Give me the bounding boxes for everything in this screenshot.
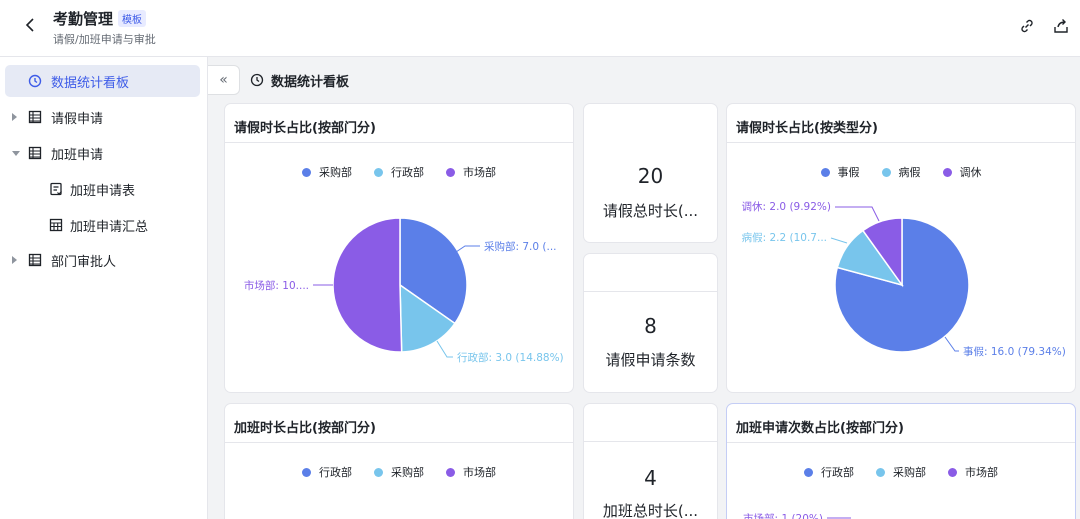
clock-icon xyxy=(27,73,43,89)
stat-card-leave-total[interactable]: 20 请假总时长(... xyxy=(583,103,718,243)
back-arrow-icon[interactable] xyxy=(20,15,40,35)
chart-card-overtime-count[interactable]: 加班申请次数占比(按部门分) 行政部 采购部 市场部 市场部: 1 (20%) xyxy=(726,403,1076,519)
divider xyxy=(584,291,717,292)
sidebar-item-label: 请假申请 xyxy=(51,111,104,127)
slice-label: 病假: 2.2 (10.7... xyxy=(742,231,827,244)
page-title: 数据统计看板 xyxy=(271,75,350,90)
pie-slice[interactable] xyxy=(332,217,403,353)
sidebar-item-label: 加班申请汇总 xyxy=(70,219,149,235)
app-subtitle: 请假/加班申请与审批 xyxy=(53,33,156,46)
legend-item[interactable]: 采购部 xyxy=(374,464,424,480)
table-icon xyxy=(27,109,43,125)
stat-card-overtime-total[interactable]: 4 加班总时长(... xyxy=(583,403,718,519)
sidebar-item-label: 加班申请表 xyxy=(70,183,136,199)
legend-item[interactable]: 市场部 xyxy=(446,464,496,480)
stat-card-leave-count[interactable]: 8 请假申请条数 xyxy=(583,253,718,393)
table-icon xyxy=(27,252,43,268)
sidebar-item-overtime-form[interactable]: 加班申请表 xyxy=(5,173,200,205)
sidebar-item-overtime-apply[interactable]: 加班申请 xyxy=(5,137,200,169)
collapse-sidebar-button[interactable]: « xyxy=(208,65,240,95)
label-leader-line xyxy=(830,237,848,244)
slice-label: 行政部: 3.0 (14.88%) xyxy=(457,351,564,364)
label-leader-line xyxy=(944,336,959,352)
legend-item[interactable]: 行政部 xyxy=(302,464,352,480)
slice-label: 事假: 16.0 (79.34%) xyxy=(963,345,1066,358)
label-leader-line xyxy=(436,340,453,358)
sidebar-item-dashboard[interactable]: 数据统计看板 xyxy=(5,65,200,97)
caret-right-icon[interactable] xyxy=(12,113,17,121)
clock-icon xyxy=(250,72,264,87)
divider xyxy=(225,442,573,443)
breadcrumb: « 数据统计看板 xyxy=(208,57,1080,101)
slice-label: 调休: 2.0 (9.92%) xyxy=(742,201,831,213)
caret-down-icon[interactable] xyxy=(12,150,20,156)
table-icon xyxy=(27,145,43,161)
sidebar-item-label: 部门审批人 xyxy=(51,254,117,270)
card-title: 加班时长占比(按部门分) xyxy=(234,421,376,436)
sidebar: 数据统计看板 请假申请 加班申请 加班申请表 加班申请汇总 部门审批人 xyxy=(0,57,208,519)
sidebar-item-label: 加班申请 xyxy=(51,147,104,163)
slice-label: 采购部: 7.0 (... xyxy=(484,240,557,253)
slice-label: 市场部: 1 (20%) xyxy=(743,512,823,519)
sidebar-item-overtime-summary[interactable]: 加班申请汇总 xyxy=(5,209,200,241)
stat-label: 请假总时长(... xyxy=(602,202,699,220)
sidebar-item-label: 数据统计看板 xyxy=(51,75,130,91)
grid-icon xyxy=(48,217,64,233)
stat-label: 请假申请条数 xyxy=(605,351,696,369)
form-icon xyxy=(48,181,64,197)
stat-label: 加班总时长(... xyxy=(602,502,699,519)
slice-label: 市场部: 10.... xyxy=(244,279,309,292)
link-icon[interactable] xyxy=(1017,16,1037,36)
chart-legend: 行政部 采购部 市场部 xyxy=(225,464,573,480)
chart-card-leave-dept[interactable]: 请假时长占比(按部门分) 采购部 行政部 市场部 采购部: 7.0 (... 行政… xyxy=(224,103,574,393)
double-chevron-left-icon: « xyxy=(219,72,228,88)
app-header: 考勤管理 模板 请假/加班申请与审批 xyxy=(0,0,1080,57)
app-title: 考勤管理 xyxy=(53,10,114,28)
sidebar-item-leave-apply[interactable]: 请假申请 xyxy=(5,101,200,133)
stat-value: 20 xyxy=(637,164,664,188)
stat-value: 8 xyxy=(644,314,657,338)
share-icon[interactable] xyxy=(1051,16,1071,36)
label-leader-line xyxy=(835,206,880,222)
chart-card-overtime-dept[interactable]: 加班时长占比(按部门分) 行政部 采购部 市场部 xyxy=(224,403,574,519)
pie-chart-leave-dept: 采购部: 7.0 (... 行政部: 3.0 (14.88%) 市场部: 10...… xyxy=(244,217,564,364)
pie-chart-leave-type: 事假: 16.0 (79.34%) 病假: 2.2 (10.7... 调休: 2.0… xyxy=(742,201,1066,358)
pie-chart-overtime-count: 市场部: 1 (20%) xyxy=(743,512,851,519)
divider xyxy=(584,441,717,442)
stat-value: 4 xyxy=(644,466,657,490)
caret-right-icon[interactable] xyxy=(12,256,17,264)
chart-card-leave-type[interactable]: 请假时长占比(按类型分) 事假 病假 调休 事假: 16.0 (79.34%) 病… xyxy=(726,103,1076,393)
template-badge: 模板 xyxy=(118,10,146,27)
sidebar-item-dept-approver[interactable]: 部门审批人 xyxy=(5,244,200,276)
